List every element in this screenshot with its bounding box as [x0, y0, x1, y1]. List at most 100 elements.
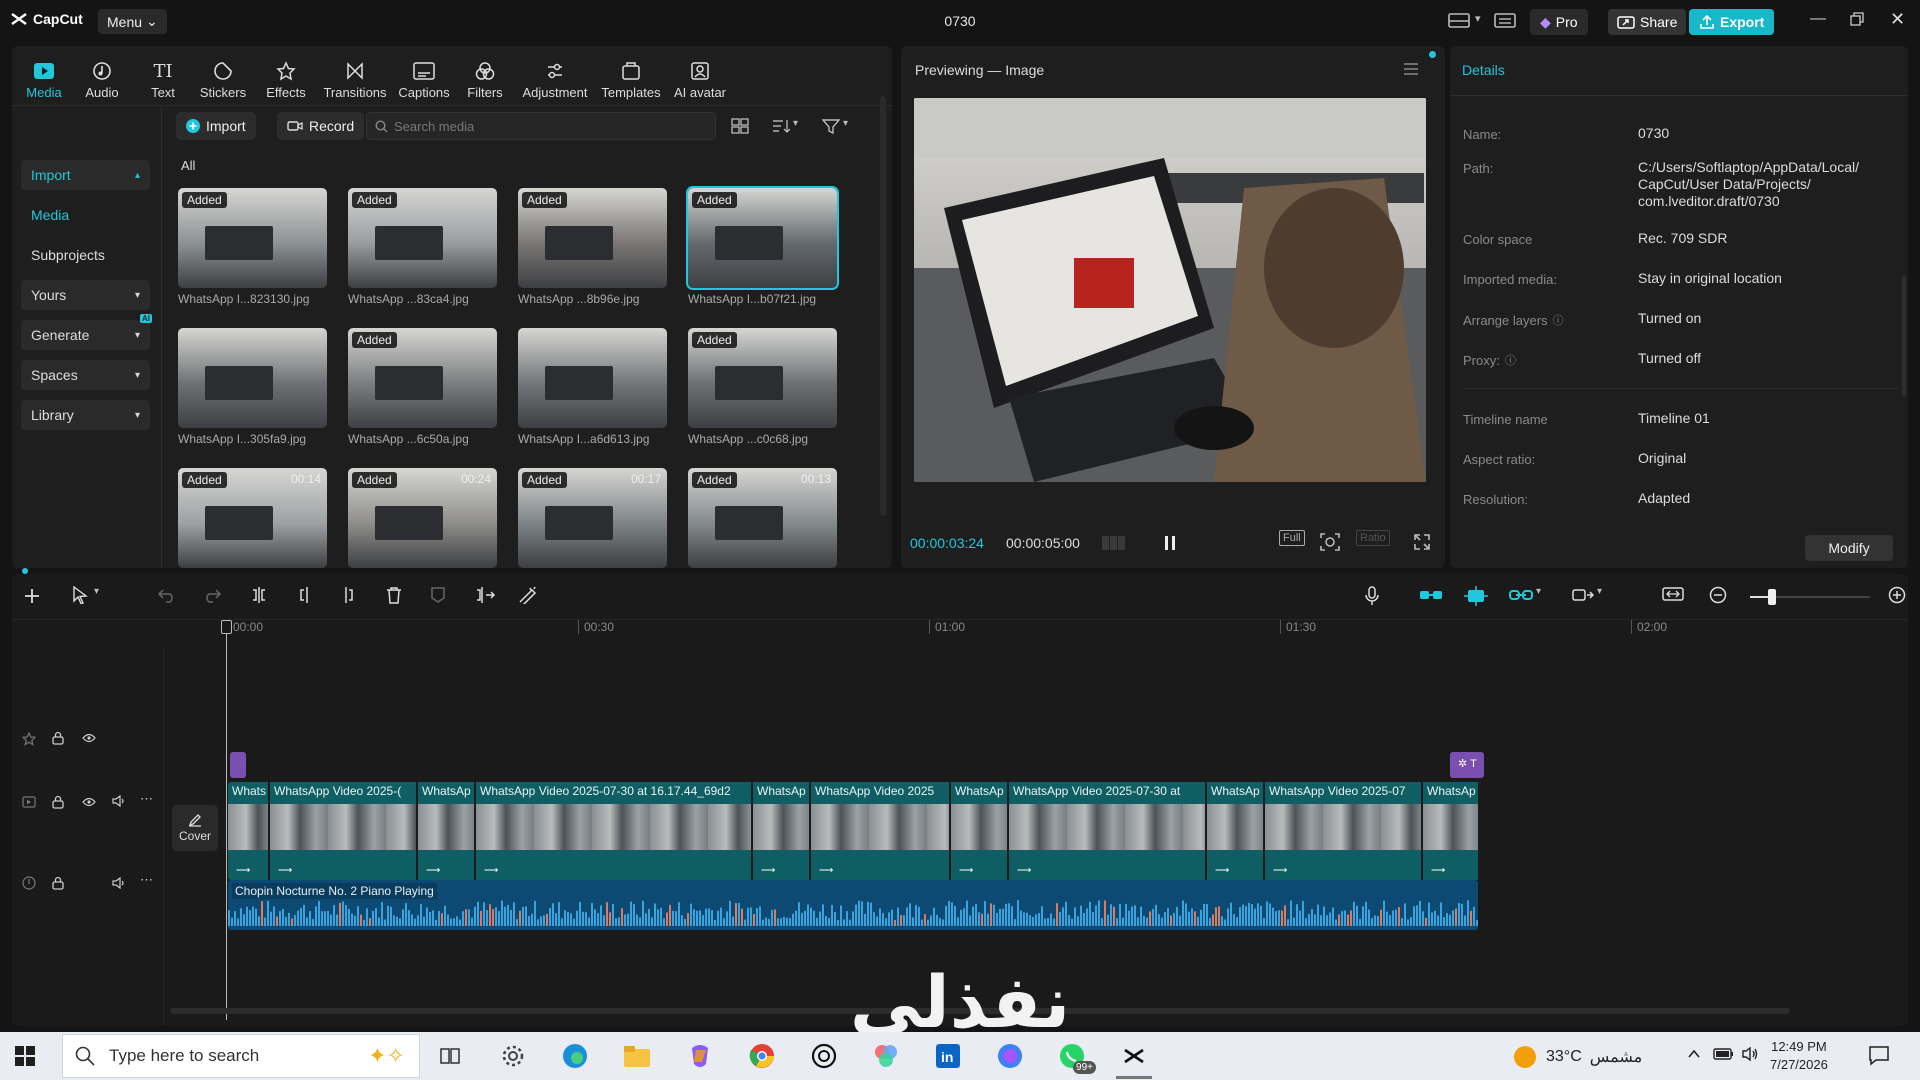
media-thumbnail[interactable]: Added: [686, 186, 839, 290]
trash-icon[interactable]: [385, 586, 403, 604]
more-icon[interactable]: ⋯: [140, 791, 153, 807]
close-icon[interactable]: ✕: [1890, 9, 1905, 30]
split-icon[interactable]: [250, 586, 268, 604]
sidebar-item-library[interactable]: Library ▾: [21, 400, 150, 430]
main-track-magnet-icon[interactable]: [1419, 586, 1443, 604]
tab-filters[interactable]: Filters: [465, 52, 505, 100]
pro-button[interactable]: ◆ Pro: [1530, 9, 1588, 35]
zoom-slider[interactable]: [1750, 589, 1870, 605]
edge-icon[interactable]: [557, 1040, 593, 1072]
speaker-icon[interactable]: [112, 877, 126, 889]
sidebar-item-subprojects[interactable]: Subprojects: [21, 240, 150, 270]
zoom-slider-handle[interactable]: [1768, 589, 1776, 605]
filter-icon[interactable]: ▾: [822, 118, 848, 134]
timeline-view-icon[interactable]: [1101, 534, 1127, 552]
media-thumbnail[interactable]: [178, 328, 327, 428]
media-thumbnail[interactable]: Added 00:24: [348, 468, 497, 568]
video-clip[interactable]: Whats ⟶: [228, 782, 270, 880]
hamburger-icon[interactable]: [1403, 62, 1419, 76]
link-clips-icon[interactable]: ▾: [1509, 586, 1541, 604]
help-icon[interactable]: ⓘ: [1505, 352, 1516, 368]
record-button[interactable]: Record: [277, 112, 365, 140]
sidebar-item-spaces[interactable]: Spaces ▾: [21, 360, 150, 390]
video-clip[interactable]: WhatsAp ⟶: [1207, 782, 1265, 880]
restore-icon[interactable]: [1850, 12, 1864, 26]
pause-icon[interactable]: [1163, 535, 1177, 551]
layout-icon[interactable]: [1447, 11, 1471, 29]
video-clip[interactable]: WhatsAp ⟶: [753, 782, 811, 880]
full-button[interactable]: Full: [1279, 530, 1305, 546]
import-button[interactable]: Import: [176, 112, 256, 140]
details-scrollbar[interactable]: [1902, 276, 1906, 396]
minimize-icon[interactable]: —: [1810, 10, 1826, 28]
linkedin-icon[interactable]: in: [930, 1040, 966, 1072]
undo-icon[interactable]: [157, 586, 177, 604]
tab-audio[interactable]: Audio: [82, 52, 122, 100]
cover-button[interactable]: Cover: [172, 805, 218, 851]
zoom-out-icon[interactable]: [1709, 586, 1727, 604]
chevron-up-icon[interactable]: [1686, 1046, 1702, 1062]
playhead[interactable]: [226, 620, 227, 1020]
grid-view-icon[interactable]: [731, 118, 749, 134]
more-icon[interactable]: ⋯: [140, 872, 153, 888]
whatsapp-icon[interactable]: 99+: [1054, 1040, 1096, 1074]
share-button[interactable]: Share: [1608, 9, 1687, 35]
media-thumbnail[interactable]: Added 00:17: [518, 468, 667, 568]
media-thumbnail[interactable]: Added: [688, 328, 837, 428]
filter-all-label[interactable]: All: [181, 158, 195, 173]
chrome-icon[interactable]: [744, 1040, 780, 1072]
auto-snap-icon[interactable]: [1464, 586, 1488, 606]
windows-start-icon[interactable]: [14, 1045, 36, 1067]
sidebar-item-media[interactable]: Media: [21, 200, 150, 230]
photos-icon[interactable]: [868, 1040, 904, 1072]
tab-text[interactable]: TI Text: [147, 52, 179, 101]
ratio-button[interactable]: Ratio: [1356, 530, 1390, 546]
video-clip[interactable]: WhatsApp Video 2025-07 ⟶: [1265, 782, 1423, 880]
media-thumbnail[interactable]: Added: [518, 188, 667, 288]
video-clip[interactable]: WhatsAp ⟶: [1423, 782, 1480, 880]
video-clip[interactable]: WhatsApp Video 2025-07-30 at ⟶: [1009, 782, 1207, 880]
playhead-handle[interactable]: [221, 620, 232, 634]
sort-icon[interactable]: ▾: [772, 118, 798, 134]
speaker-icon[interactable]: [112, 795, 126, 807]
media-scrollbar[interactable]: [880, 96, 886, 516]
sidebar-item-yours[interactable]: Yours ▾: [21, 280, 150, 310]
lock-icon[interactable]: [52, 731, 64, 745]
tab-stickers[interactable]: Stickers: [198, 52, 248, 100]
tab-captions[interactable]: Captions: [397, 52, 451, 100]
effect-clip-end[interactable]: ✲ T: [1450, 752, 1484, 778]
sidebar-item-generate[interactable]: Generate ▾ AI: [21, 314, 152, 350]
volume-icon[interactable]: [1741, 1046, 1759, 1062]
microphone-icon[interactable]: [1364, 586, 1380, 606]
media-thumbnail[interactable]: Added: [178, 188, 327, 288]
zoom-in-icon[interactable]: [1888, 586, 1906, 604]
select-tool-icon[interactable]: ▾: [72, 586, 99, 604]
export-button[interactable]: Export: [1689, 9, 1775, 35]
help-icon[interactable]: ⓘ: [1553, 312, 1564, 328]
media-thumbnail[interactable]: Added: [348, 188, 497, 288]
tab-ai-avatar[interactable]: AI avatar: [672, 52, 728, 100]
lock-icon[interactable]: [52, 876, 64, 890]
media-thumbnail[interactable]: Added 00:13: [688, 468, 837, 568]
delete-left-icon[interactable]: [295, 586, 313, 604]
media-thumbnail[interactable]: [518, 328, 667, 428]
menu-button[interactable]: Menu ⌄: [98, 9, 167, 34]
timeline-ruler[interactable]: 00:00 00:30 01:00 01:30 02:00: [227, 620, 1897, 646]
add-icon[interactable]: [22, 586, 42, 606]
file-explorer-icon[interactable]: [619, 1040, 655, 1072]
audio-track[interactable]: Chopin Nocturne No. 2 Piano Playing: [228, 880, 1478, 930]
modify-button[interactable]: Modify: [1805, 535, 1893, 561]
search-field[interactable]: [366, 112, 716, 140]
settings-icon[interactable]: [495, 1040, 531, 1072]
video-clip[interactable]: WhatsApp Video 2025 ⟶: [811, 782, 951, 880]
freeze-icon[interactable]: [474, 586, 496, 604]
video-clip[interactable]: WhatsApp Video 2025-07-30 at 16.17.44_69…: [476, 782, 753, 880]
media-thumbnail[interactable]: Added 00:14: [178, 468, 327, 568]
search-input[interactable]: [394, 118, 694, 134]
chatgpt-icon[interactable]: [806, 1040, 842, 1072]
fit-timeline-icon[interactable]: [1662, 586, 1684, 604]
video-clip[interactable]: WhatsAp ⟶: [418, 782, 476, 880]
eye-icon[interactable]: [82, 797, 96, 807]
copilot-icon[interactable]: [682, 1040, 718, 1072]
eye-icon[interactable]: [82, 733, 96, 743]
